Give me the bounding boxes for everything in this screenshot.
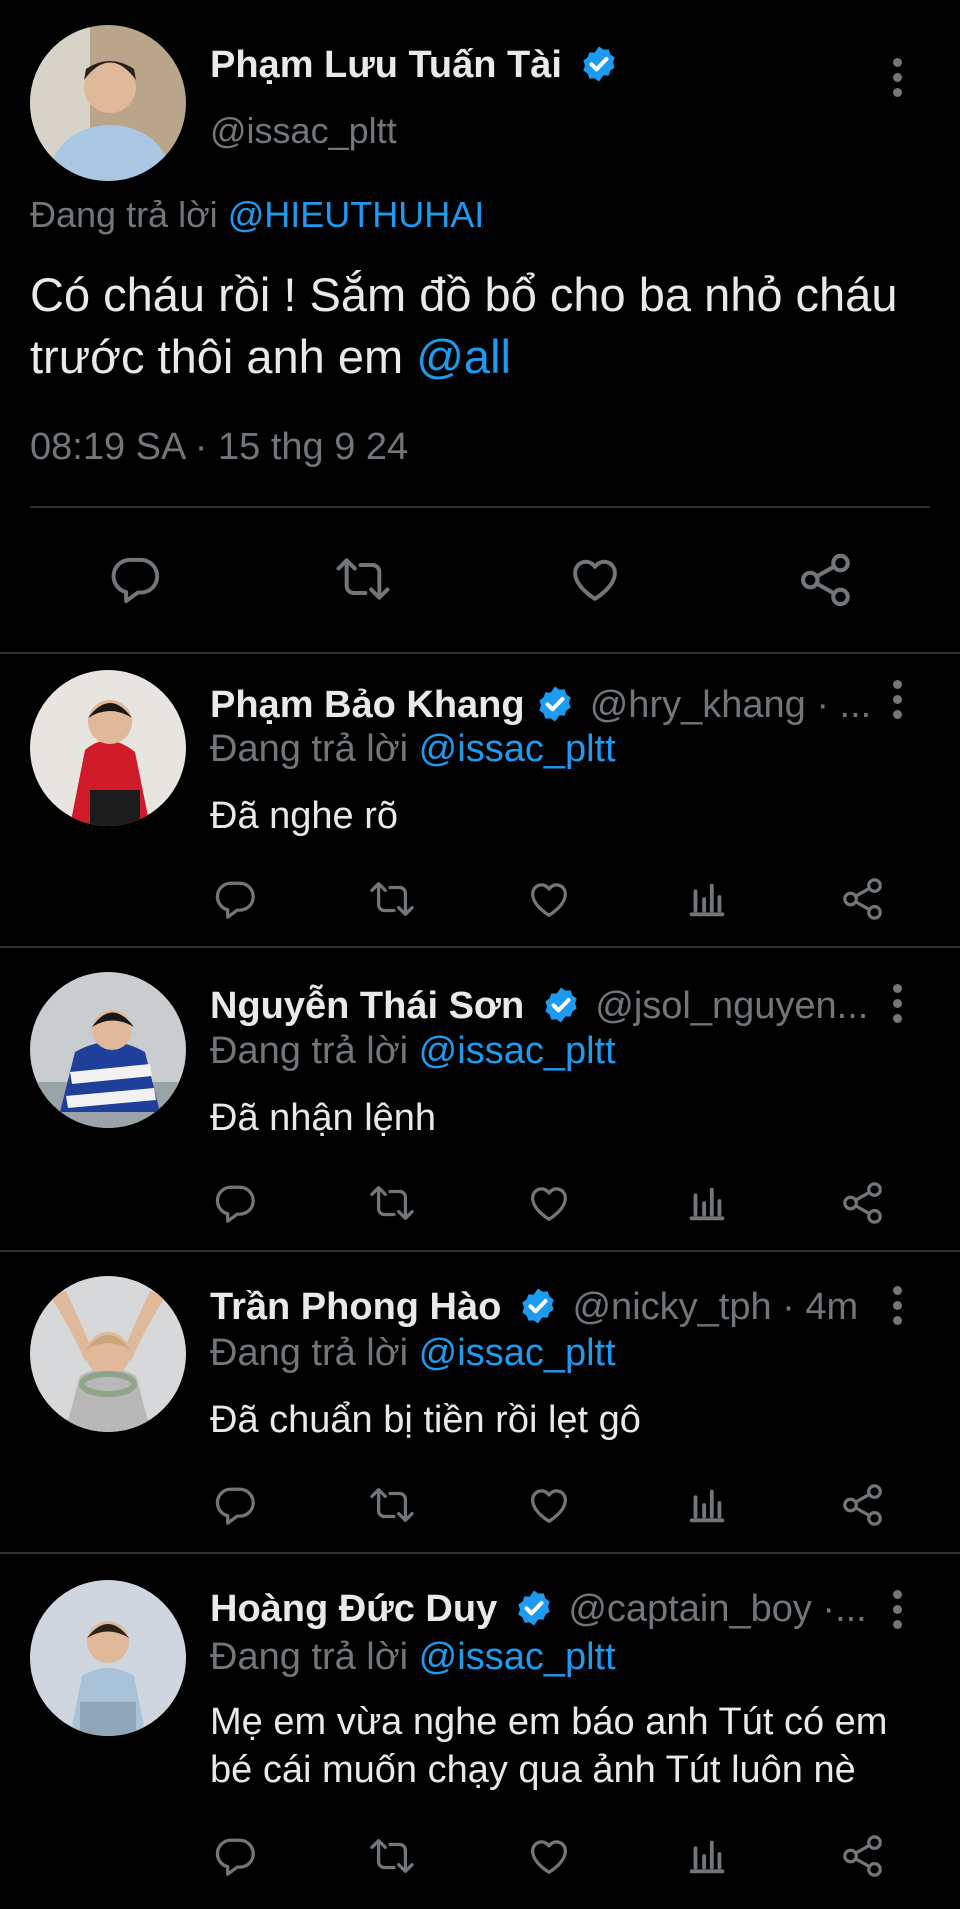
avatar-image xyxy=(30,670,186,826)
divider xyxy=(0,1552,960,1554)
retweet-icon[interactable] xyxy=(332,551,394,607)
avatar[interactable] xyxy=(30,670,186,826)
reply-author-name[interactable]: Hoàng Đức Duy xyxy=(210,1588,497,1630)
more-options-icon[interactable] xyxy=(891,58,903,103)
replying-to-link[interactable]: @issac_pltt xyxy=(419,1030,616,1072)
retweet-icon[interactable] xyxy=(366,1180,418,1226)
divider xyxy=(30,506,930,508)
reply-icon[interactable] xyxy=(212,1833,258,1879)
replying-prefix: Đang trả lời xyxy=(210,728,409,770)
replying-prefix: Đang trả lời xyxy=(210,1636,409,1678)
retweet-icon[interactable] xyxy=(366,876,418,922)
more-options-icon[interactable] xyxy=(891,680,903,725)
views-icon[interactable] xyxy=(684,1833,730,1879)
replying-to: Đang trả lời @HIEUTHUHAI xyxy=(30,194,484,236)
replying-to: Đang trả lời @issac_pltt xyxy=(210,728,616,771)
verified-badge-icon xyxy=(539,686,571,722)
timestamp[interactable]: 08:19 SA · 15 thg 9 24 xyxy=(30,426,408,469)
share-icon[interactable] xyxy=(840,1482,886,1528)
tweet-text: Có cháu rồi ! Sắm đồ bổ cho ba nhỏ cháu … xyxy=(30,264,910,388)
more-options-icon[interactable] xyxy=(891,1286,903,1331)
reply-text: Đã chuẩn bị tiền rồi lẹt gô xyxy=(210,1399,641,1441)
avatar[interactable] xyxy=(30,1276,186,1432)
reply-icon[interactable] xyxy=(212,1180,258,1226)
reply-author-name[interactable]: Phạm Bảo Khang xyxy=(210,684,525,726)
verified-badge-icon xyxy=(582,46,615,82)
like-icon[interactable] xyxy=(525,1833,573,1879)
replying-to: Đang trả lời @issac_pltt xyxy=(210,1636,616,1679)
avatar-image xyxy=(30,1276,186,1432)
reply-text: Đã nhận lệnh xyxy=(210,1097,437,1139)
avatar[interactable] xyxy=(30,25,186,181)
replying-to-link[interactable]: @HIEUTHUHAI xyxy=(228,194,485,235)
avatar-image xyxy=(30,972,186,1128)
share-icon[interactable] xyxy=(797,551,855,609)
more-options-icon[interactable] xyxy=(891,1590,903,1635)
avatar-image xyxy=(30,1580,186,1736)
reply-author-name[interactable]: Nguyễn Thái Sơn xyxy=(210,985,524,1027)
reply-text: Mẹ em vừa nghe em báo anh Tút có em bé c… xyxy=(210,1701,888,1791)
divider xyxy=(0,652,960,654)
replying-prefix: Đang trả lời xyxy=(30,194,218,235)
avatar[interactable] xyxy=(30,1580,186,1736)
divider xyxy=(0,1250,960,1252)
reply-handle-meta[interactable]: @nicky_tph · 4m xyxy=(572,1286,858,1328)
replying-to-link[interactable]: @issac_pltt xyxy=(419,728,616,770)
divider xyxy=(0,946,960,948)
replying-to-link[interactable]: @issac_pltt xyxy=(419,1636,616,1678)
like-icon[interactable] xyxy=(525,1482,573,1528)
replying-prefix: Đang trả lời xyxy=(210,1332,409,1374)
reply-icon[interactable] xyxy=(107,551,163,607)
verified-badge-icon xyxy=(522,1288,554,1324)
verified-badge-icon xyxy=(545,987,577,1023)
reply-icon[interactable] xyxy=(212,876,258,922)
retweet-icon[interactable] xyxy=(366,1482,418,1528)
share-icon[interactable] xyxy=(840,876,886,922)
verified-badge-icon xyxy=(518,1590,550,1626)
reply-handle-meta[interactable]: @captain_boy ·... xyxy=(568,1588,866,1630)
views-icon[interactable] xyxy=(684,876,730,922)
like-icon[interactable] xyxy=(566,551,624,607)
replying-to-link[interactable]: @issac_pltt xyxy=(419,1332,616,1374)
replying-to: Đang trả lời @issac_pltt xyxy=(210,1030,616,1073)
views-icon[interactable] xyxy=(684,1482,730,1528)
author-handle[interactable]: @issac_pltt xyxy=(210,110,397,152)
mention-link[interactable]: @all xyxy=(416,330,511,383)
views-icon[interactable] xyxy=(684,1180,730,1226)
like-icon[interactable] xyxy=(525,876,573,922)
reply-text: Đã nghe rõ xyxy=(210,795,399,837)
reply-author-name[interactable]: Trần Phong Hào xyxy=(210,1286,501,1328)
reply-icon[interactable] xyxy=(212,1482,258,1528)
avatar[interactable] xyxy=(30,972,186,1128)
share-icon[interactable] xyxy=(840,1833,886,1879)
reply-handle-meta[interactable]: @jsol_nguyen... xyxy=(595,985,868,1027)
reply-handle-meta[interactable]: @hry_khang · ... xyxy=(590,684,871,726)
replying-prefix: Đang trả lời xyxy=(210,1030,409,1072)
replying-to: Đang trả lời @issac_pltt xyxy=(210,1332,616,1375)
share-icon[interactable] xyxy=(840,1180,886,1226)
like-icon[interactable] xyxy=(525,1180,573,1226)
more-options-icon[interactable] xyxy=(891,984,903,1029)
retweet-icon[interactable] xyxy=(366,1833,418,1879)
author-name[interactable]: Phạm Lưu Tuấn Tài xyxy=(210,44,562,86)
avatar-image xyxy=(30,25,186,181)
